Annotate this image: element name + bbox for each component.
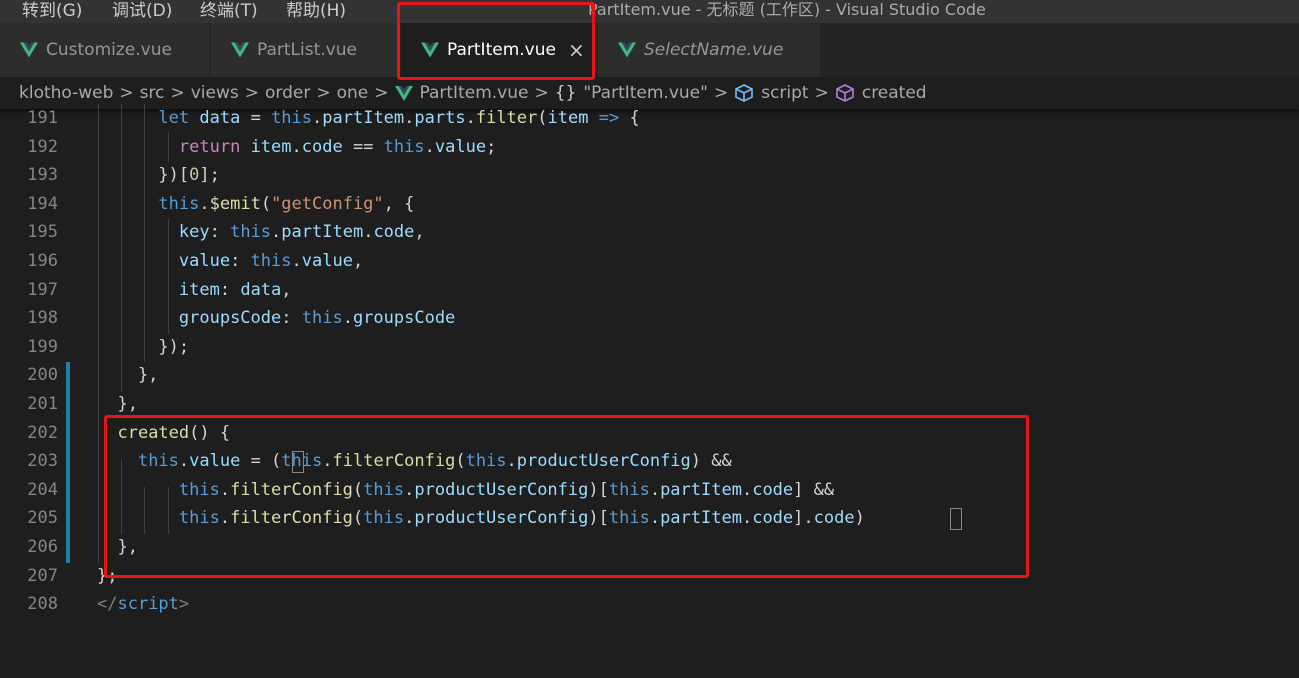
annotation-box-tab (397, 2, 595, 80)
line-number: 191 (27, 108, 58, 128)
vue-icon (231, 42, 249, 58)
breadcrumb-item-src[interactable]: src (140, 83, 165, 103)
tab-bar: Customize.vue PartList.vue PartItem.vue … (0, 23, 1299, 77)
tab-label: Customize.vue (46, 40, 172, 60)
breadcrumb-item-one[interactable]: one (337, 83, 369, 103)
annotation-box-code (104, 415, 1029, 578)
code-line: 195 key: this.partItem.code, (0, 218, 1299, 247)
line-number: 198 (27, 308, 58, 329)
chevron-right-icon: > (244, 83, 260, 103)
chevron-right-icon: > (119, 83, 134, 103)
window-title: PartItem.vue - 无标题 (工作区) - Visual Studio… (588, 0, 986, 19)
code-text: })[0]; (97, 165, 220, 186)
code-text: </script> (97, 594, 190, 615)
line-number: 194 (27, 193, 58, 214)
code-line: 196 value: this.value, (0, 247, 1299, 276)
vue-icon (394, 85, 413, 101)
line-number: 203 (27, 451, 58, 472)
code-text: this.$emit("getConfig", { (158, 193, 415, 214)
code-text: }); (97, 336, 190, 357)
breadcrumb-item-module[interactable]: "PartItem.vue" (583, 83, 708, 103)
title-bar: 转到(G) 调试(D) 终端(T) 帮助(H) PartItem.vue - 无… (0, 0, 1299, 23)
menu-goto[interactable]: 转到(G) (22, 0, 82, 21)
menu-terminal[interactable]: 终端(T) (200, 0, 258, 21)
code-line: 208 </script> (0, 590, 1299, 619)
chevron-right-icon: > (374, 83, 389, 103)
line-number: 201 (27, 394, 58, 414)
tab-label: SelectName.vue (644, 40, 784, 60)
method-icon (835, 84, 855, 102)
code-text: return item.code == this.value; (178, 136, 497, 157)
code-line: 192 return item.code == this.value; (0, 133, 1299, 162)
line-number: 196 (27, 251, 58, 271)
breadcrumb-item-views[interactable]: views (191, 83, 239, 103)
code-line: 198 groupsCode: this.groupsCode (0, 304, 1299, 333)
vue-icon (618, 42, 636, 58)
line-number: 207 (27, 565, 58, 586)
breadcrumb-item-file[interactable]: PartItem.vue (420, 83, 529, 103)
code-line: 194 this.$emit("getConfig", { (0, 190, 1299, 219)
line-number: 208 (27, 594, 58, 615)
code-line: 199 }); (0, 333, 1299, 362)
menu-debug[interactable]: 调试(D) (112, 0, 172, 21)
line-number: 202 (27, 422, 58, 443)
cube-icon (734, 84, 754, 102)
line-number: 205 (27, 508, 58, 529)
line-number: 199 (27, 336, 58, 357)
tab-partlist[interactable]: PartList.vue (211, 23, 400, 77)
line-number: 195 (27, 222, 58, 243)
code-line: 191 let data = this.partItem.parts.filte… (0, 104, 1299, 133)
line-number: 204 (27, 479, 58, 500)
line-number: 197 (27, 279, 58, 300)
code-text: let data = this.partItem.parts.filter(it… (158, 108, 640, 128)
chevron-right-icon: > (316, 83, 331, 103)
breadcrumb-item-script[interactable]: script (761, 83, 808, 103)
line-number: 206 (27, 537, 58, 557)
tab-label: PartList.vue (257, 40, 357, 60)
vue-icon (20, 42, 38, 58)
code-line: 197 item: data, (0, 276, 1299, 305)
breadcrumb-item-order[interactable]: order (265, 83, 310, 103)
tab-selectname[interactable]: SelectName.vue (598, 23, 821, 77)
chevron-right-icon: > (534, 83, 549, 103)
code-text: groupsCode: this.groupsCode (178, 308, 456, 329)
tab-customize[interactable]: Customize.vue (0, 23, 210, 77)
breadcrumb-item-created[interactable]: created (862, 83, 927, 103)
menu-help[interactable]: 帮助(H) (286, 0, 346, 21)
line-number: 193 (27, 165, 58, 186)
code-line: 193 })[0]; (0, 161, 1299, 190)
code-text: value: this.value, (178, 251, 364, 271)
breadcrumb-item-klotho-web[interactable]: klotho-web (19, 83, 113, 103)
code-editor[interactable]: 191 let data = this.partItem.parts.filte… (0, 104, 1299, 678)
code-text: key: this.partItem.code, (178, 222, 425, 243)
chevron-right-icon: > (170, 83, 185, 103)
code-text: item: data, (178, 279, 292, 300)
line-number: 192 (27, 136, 58, 157)
chevron-right-icon: > (814, 83, 829, 103)
code-text: }, (97, 365, 159, 386)
braces-icon: {} (554, 83, 577, 103)
code-line: 200 }, (0, 361, 1299, 390)
line-number: 200 (27, 365, 58, 386)
chevron-right-icon: > (713, 83, 729, 103)
